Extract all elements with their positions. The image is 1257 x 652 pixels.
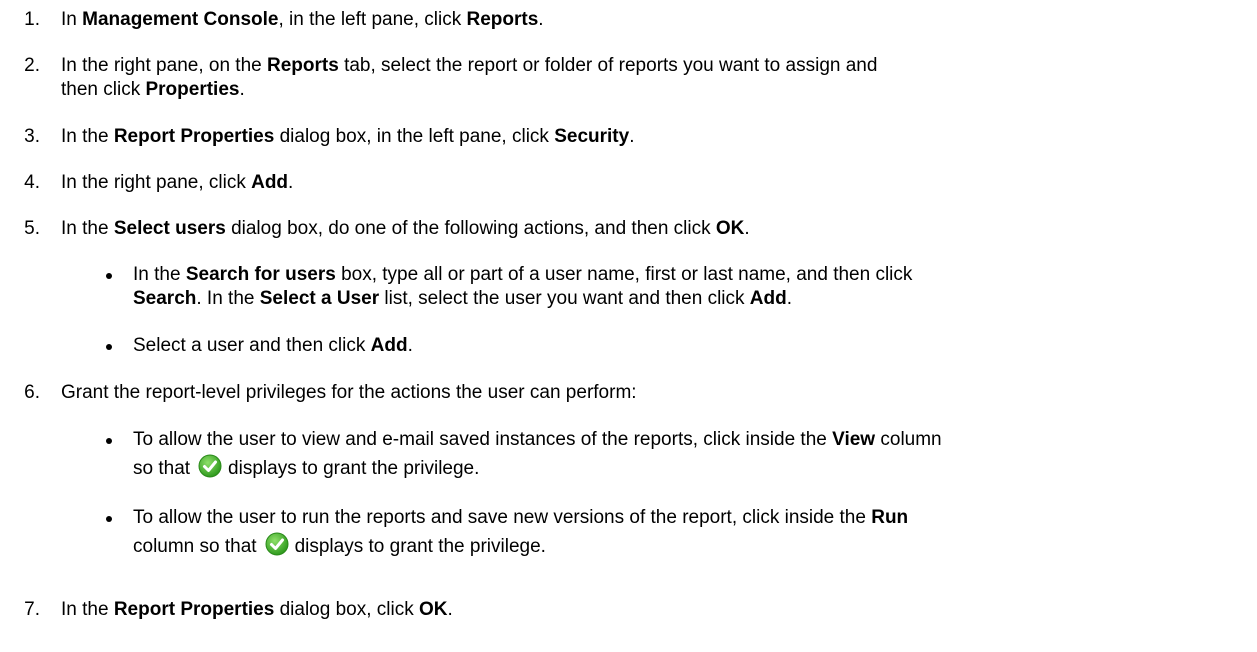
step-text: In the Report Properties dialog box, in … — [61, 126, 1241, 148]
text-run: tab, select the report or folder of repo… — [338, 55, 878, 76]
text-run: In the — [61, 126, 114, 147]
bold-term: View — [832, 429, 876, 450]
bold-term: Properties — [145, 79, 240, 100]
text-run: In the right pane, click — [61, 172, 252, 193]
text-run: box, type all or part of a user name, fi… — [335, 264, 913, 285]
step-number: 6. — [24, 382, 40, 403]
step-text: In the Report Properties dialog box, cli… — [61, 599, 1241, 621]
bullet-text-line-2: so that displays to grant the privilege. — [133, 454, 1251, 483]
text-run: displays to grant the privilege. — [228, 458, 480, 479]
bold-term: Report Properties — [113, 126, 275, 147]
text-run: . — [288, 172, 294, 193]
text-run: . — [629, 126, 635, 147]
text-run: , in the left pane, click — [278, 9, 467, 30]
step-text: Grant the report-level privileges for th… — [61, 382, 1241, 404]
bold-term: OK — [419, 599, 448, 620]
green-check-icon — [265, 532, 289, 556]
bullet-dot — [106, 438, 112, 444]
bullet-text: Select a user and then click Add. — [133, 335, 1251, 357]
text-run: In the — [61, 599, 114, 620]
text-run: Grant the report-level privileges for th… — [61, 382, 637, 403]
text-run: To allow the user to view and e-mail sav… — [133, 429, 833, 450]
text-run: list, select the user you want and then … — [379, 288, 750, 309]
text-run: In the — [61, 218, 114, 239]
bullet-dot — [106, 344, 112, 350]
bold-term: Add — [370, 335, 408, 356]
text-run: To allow the user to run the reports and… — [133, 507, 872, 528]
text-run: In — [61, 9, 83, 30]
step-number: 3. — [24, 126, 40, 147]
text-run: displays to grant the privilege. — [294, 536, 546, 557]
text-run: . — [407, 335, 413, 356]
text-run: . — [538, 9, 544, 30]
bold-term: Select users — [113, 218, 226, 239]
text-run: dialog box, click — [274, 599, 419, 620]
bold-term: Add — [749, 288, 787, 309]
text-run: In the right pane, on the — [61, 55, 267, 76]
bold-term: Add — [251, 172, 289, 193]
bold-term: Reports — [466, 9, 539, 30]
step-number: 4. — [24, 172, 40, 193]
step-text-line-2: then click Properties. — [61, 79, 1241, 101]
green-check-icon — [198, 454, 222, 478]
step-text-line-1: In the right pane, on the Reports tab, s… — [61, 55, 1241, 77]
bullet-text-line-1: To allow the user to run the reports and… — [133, 507, 1251, 529]
text-run: dialog box, in the left pane, click — [274, 126, 555, 147]
bold-term: Search for users — [185, 264, 336, 285]
step-number: 2. — [24, 55, 40, 76]
bold-term: Reports — [267, 55, 339, 76]
bold-term: OK — [715, 218, 745, 239]
bullet-text-line-2: column so that displays to grant the priv… — [133, 532, 1251, 561]
text-run: . In the — [196, 288, 260, 309]
step-number: 1. — [24, 9, 40, 30]
step-number: 5. — [24, 218, 40, 239]
text-run: . — [744, 218, 750, 239]
step-text: In Management Console, in the left pane,… — [61, 9, 1241, 31]
step-text: In the Select users dialog box, do one o… — [61, 218, 1241, 240]
bold-term: Select a User — [259, 288, 380, 309]
text-run: column so that — [133, 536, 257, 557]
bold-term: Report Properties — [113, 599, 275, 620]
bold-term: Run — [871, 507, 909, 528]
text-run: In the — [133, 264, 186, 285]
text-run: . — [447, 599, 453, 620]
bullet-text-line-1: To allow the user to view and e-mail sav… — [133, 429, 1251, 451]
step-number: 7. — [24, 599, 40, 620]
bold-term: Management Console — [82, 9, 279, 30]
text-run: column — [875, 429, 942, 450]
bold-term: Security — [554, 126, 630, 147]
text-run: Select a user and then click — [133, 335, 371, 356]
step-text: In the right pane, click Add. — [61, 172, 1241, 194]
text-run: dialog box, do one of the following acti… — [225, 218, 716, 239]
bullet-text-line-2: Search. In the Select a User list, selec… — [133, 288, 1251, 310]
bullet-dot — [106, 273, 112, 279]
text-run: then click — [61, 79, 146, 100]
bullet-text-line-1: In the Search for users box, type all or… — [133, 264, 1251, 286]
bullet-dot — [106, 516, 112, 522]
text-run: . — [786, 288, 793, 309]
bold-term: Search — [133, 288, 197, 309]
text-run: so that — [133, 458, 191, 479]
text-run: . — [239, 79, 245, 100]
